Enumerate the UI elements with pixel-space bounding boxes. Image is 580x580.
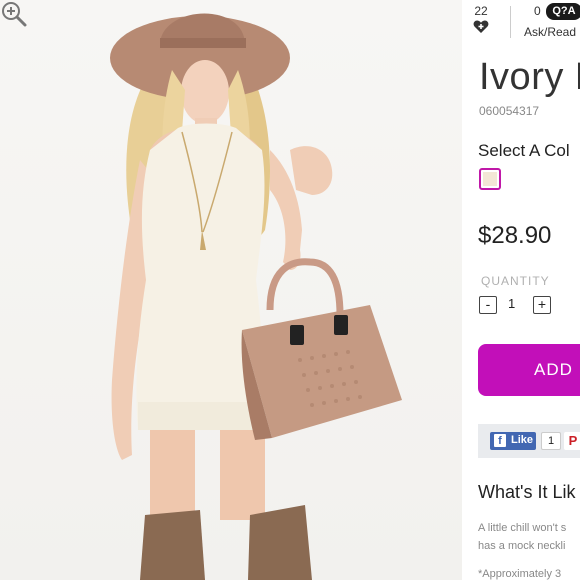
zoom-in-icon[interactable] [0, 0, 28, 28]
color-select-label: Select A Col [478, 141, 570, 160]
product-sku: 060054317 [479, 104, 540, 118]
ask-read-link[interactable]: Ask/Read [524, 25, 576, 39]
stats-divider [510, 6, 511, 38]
color-swatch-ivory[interactable] [479, 168, 501, 190]
description-line: has a mock neckli [478, 540, 566, 552]
description-line: A little chill won't s [478, 522, 567, 534]
questions-count: 0 [534, 4, 541, 18]
facebook-like-button[interactable]: f Like [490, 432, 536, 450]
quantity-label: QUANTITY [481, 274, 550, 288]
facebook-icon: f [494, 434, 506, 447]
heart-plus-icon[interactable] [473, 20, 489, 34]
product-price: $28.90 [478, 222, 552, 249]
model-image [110, 13, 402, 580]
description-line: *Approximately 3 [478, 568, 562, 580]
favorites-count: 22 [474, 4, 488, 18]
like-label: Like [511, 434, 534, 446]
quantity-increase-button[interactable]: + [533, 296, 551, 314]
product-details-panel: 22 0 Q?A Ask/Read Ivory D 060054317 Sele… [462, 0, 580, 580]
pinterest-icon[interactable]: P [564, 432, 580, 450]
qa-badge-icon: Q?A [546, 3, 580, 20]
description-heading: What's It Lik [478, 482, 576, 502]
quantity-input[interactable]: 1 [508, 296, 515, 311]
swatch-fill [483, 172, 497, 186]
add-button-label: ADD [534, 360, 573, 379]
product-photo[interactable] [0, 0, 462, 580]
product-title: Ivory D [479, 56, 580, 98]
social-share-bar: f Like 1 P [478, 424, 580, 458]
quantity-decrease-button[interactable]: - [479, 296, 497, 314]
favorites-counter[interactable]: 22 [470, 4, 492, 34]
like-count: 1 [541, 432, 561, 450]
add-to-bag-button[interactable]: ADD [478, 344, 580, 396]
